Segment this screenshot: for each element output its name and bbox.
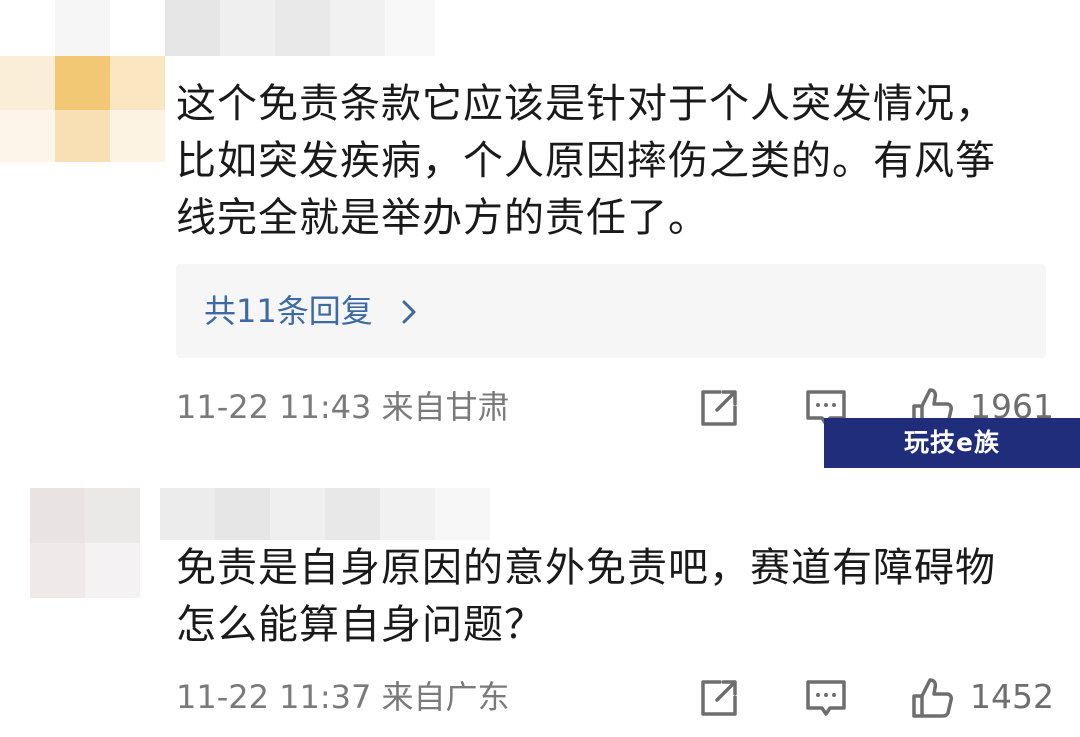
replies-count-link[interactable]: 共11条回复 xyxy=(204,264,373,358)
like-icon[interactable] xyxy=(910,676,954,720)
timestamp: 11-22 11:43 xyxy=(176,388,372,426)
timestamp: 11-22 11:37 xyxy=(176,678,372,716)
comment-text: 免责是自身原因的意外免责吧，赛道有障碍物 怎么能算自身问题？ xyxy=(176,540,1056,654)
location: 来自甘肃 xyxy=(381,388,510,426)
comment-line: 免责是自身原因的意外免责吧，赛道有障碍物 xyxy=(176,545,996,591)
username-blurred[interactable] xyxy=(165,0,435,56)
avatar[interactable] xyxy=(0,0,175,165)
timestamp-location: 11-22 11:43 来自甘肃 xyxy=(176,382,510,432)
chevron-right-icon xyxy=(402,300,416,324)
comment-line: 怎么能算自身问题？ xyxy=(176,602,545,648)
comment-icon[interactable] xyxy=(804,676,848,720)
share-icon[interactable] xyxy=(697,676,741,720)
location: 来自广东 xyxy=(381,678,510,716)
comment-meta: 11-22 11:37 来自广东 1452 xyxy=(0,672,1080,722)
username-blurred[interactable] xyxy=(160,488,490,540)
comment-line: 线完全就是举办方的责任了。 xyxy=(176,195,709,241)
comment-line: 这个免责条款它应该是针对于个人突发情况， xyxy=(176,81,996,127)
timestamp-location: 11-22 11:37 来自广东 xyxy=(176,672,510,722)
comment-card: 免责是自身原因的意外免责吧，赛道有障碍物 怎么能算自身问题？ 11-22 11:… xyxy=(0,470,1080,737)
replies-expander[interactable]: 共11条回复 xyxy=(176,264,1046,358)
share-icon[interactable] xyxy=(697,386,741,430)
avatar[interactable] xyxy=(30,488,140,598)
like-count: 1452 xyxy=(970,677,1054,716)
comment-text: 这个免责条款它应该是针对于个人突发情况， 比如突发疾病，个人原因摔伤之类的。有风… xyxy=(176,76,1056,247)
comment-card: 这个免责条款它应该是针对于个人突发情况， 比如突发疾病，个人原因摔伤之类的。有风… xyxy=(0,0,1080,470)
watermark-logo: 玩技e族 xyxy=(824,418,1080,468)
comment-line: 比如突发疾病，个人原因摔伤之类的。有风筝 xyxy=(176,138,996,184)
